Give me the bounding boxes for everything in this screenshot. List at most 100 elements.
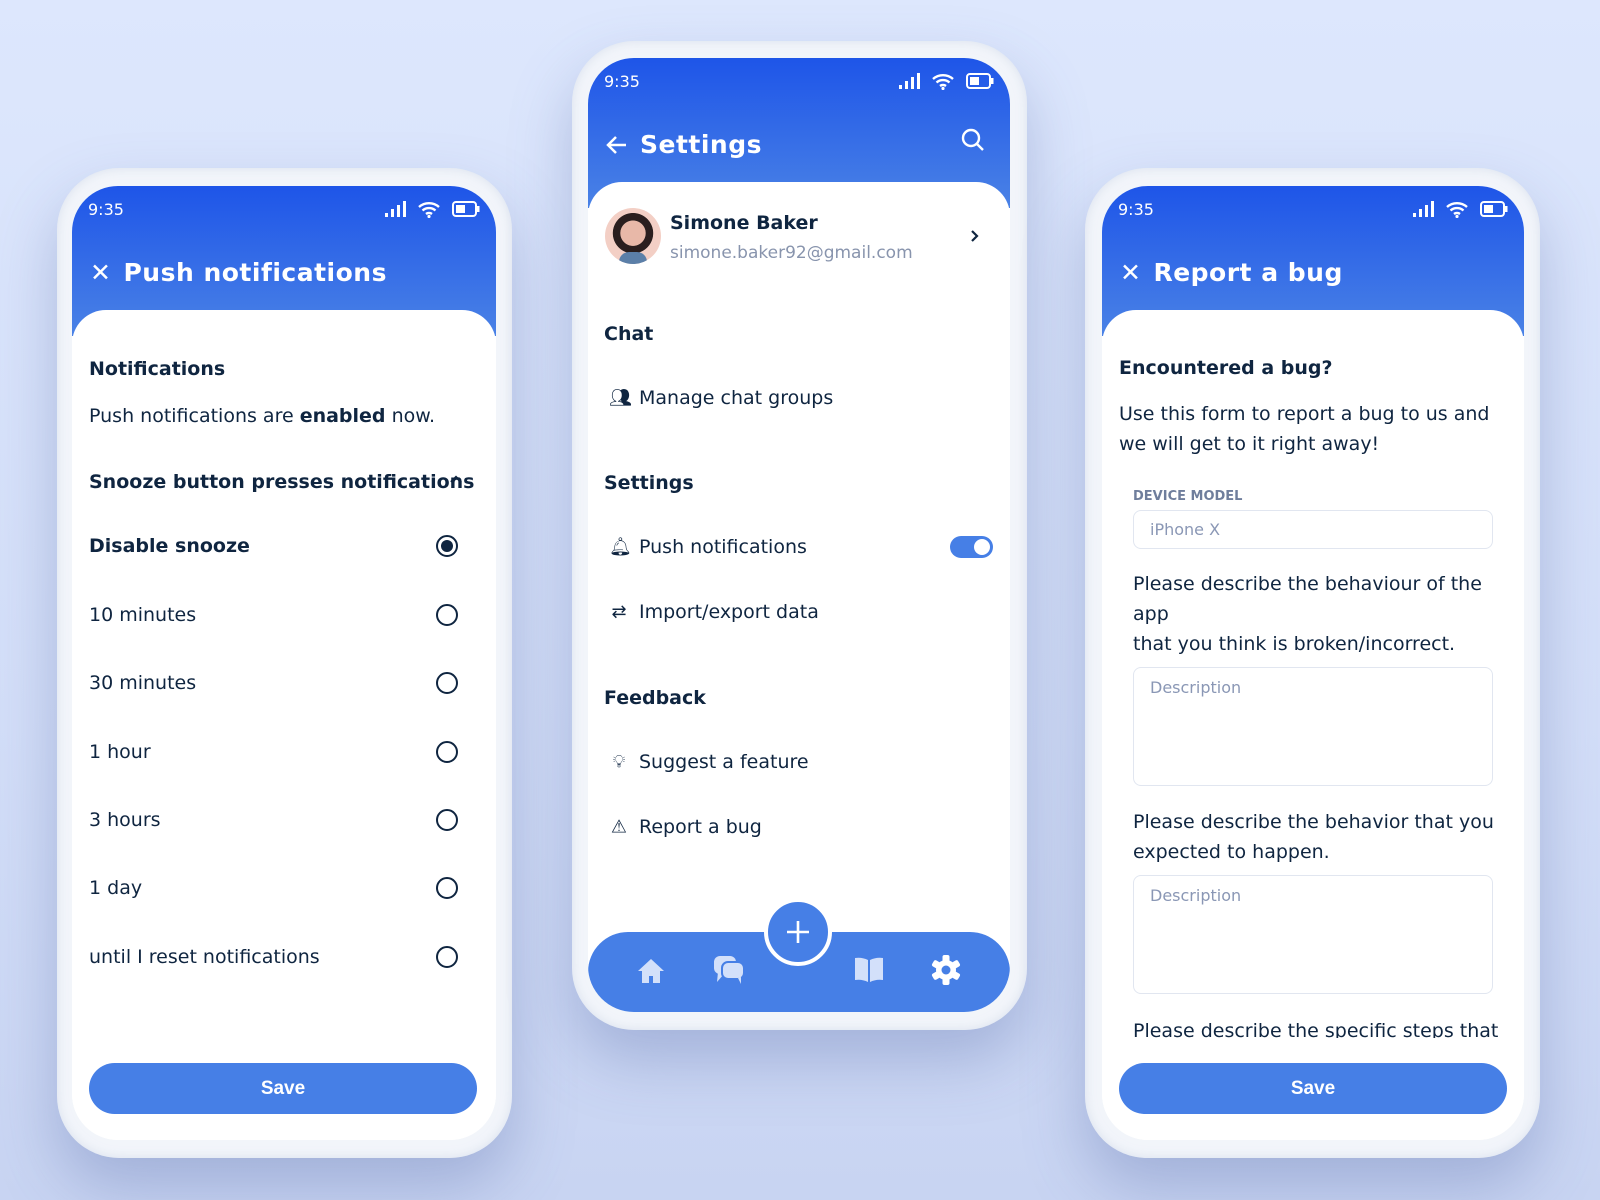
option-label: 3 hours <box>89 809 161 831</box>
title-text: Settings <box>640 130 763 159</box>
wifi-icon <box>418 202 440 218</box>
title-text: Push notifications <box>123 258 387 287</box>
item-label: Manage chat groups <box>639 387 834 409</box>
content-card: Simone Baker simone.baker92@gmail.com Ch… <box>588 182 1010 1012</box>
option-label: Disable snooze <box>89 535 250 557</box>
profile-name: Simone Baker <box>670 212 818 234</box>
intro-text: Use this form to report a bug to us and … <box>1119 403 1490 455</box>
phone-settings: 9:35 Settings Simone Baker simone.baker9… <box>572 41 1027 1030</box>
profile-email: simone.baker92@gmail.com <box>670 243 913 263</box>
chevron-up-icon[interactable] <box>449 474 463 484</box>
expected-behaviour-textarea[interactable]: Description <box>1133 875 1493 994</box>
option-label: until I reset notifications <box>89 946 320 968</box>
profile-row[interactable]: Simone Baker simone.baker92@gmail.com <box>588 182 1010 292</box>
actual-behaviour-textarea[interactable]: Description <box>1133 667 1493 786</box>
phone-push-notifications: 9:35 ✕ Push notifications Notifications P… <box>57 168 512 1158</box>
item-label: Import/export data <box>639 601 819 623</box>
home-icon[interactable] <box>636 956 666 986</box>
wifi-icon <box>1446 202 1468 218</box>
status-text: Push notifications are enabled now. <box>89 405 436 427</box>
back-arrow-icon[interactable] <box>606 135 628 155</box>
add-button[interactable] <box>764 898 832 966</box>
snooze-option[interactable]: 3 hours <box>72 800 496 840</box>
status-time: 9:35 <box>88 200 124 219</box>
screen: 9:35 Settings Simone Baker simone.baker9… <box>588 58 1010 1012</box>
snooze-option[interactable]: Disable snooze <box>72 526 496 566</box>
bell-icon: 🔔︎ <box>609 536 632 558</box>
signal-icon <box>1413 201 1434 217</box>
item-label: Push notifications <box>639 536 807 558</box>
report-bug-item[interactable]: ⚠︎ Report a bug <box>588 807 1010 847</box>
search-icon[interactable] <box>961 128 985 152</box>
status-icons <box>384 200 480 218</box>
form-heading: Encountered a bug? <box>1119 357 1333 379</box>
feedback-heading: Feedback <box>604 687 706 709</box>
close-icon[interactable]: ✕ <box>90 258 111 287</box>
lightbulb-icon: 💡︎ <box>612 751 626 773</box>
battery-icon <box>1480 201 1508 217</box>
snooze-option[interactable]: until I reset notifications <box>72 937 496 977</box>
screen: 9:35 ✕ Push notifications Notifications P… <box>72 186 496 1140</box>
signal-icon <box>385 201 406 217</box>
status-icons <box>1412 200 1508 218</box>
radio-button[interactable] <box>436 535 458 557</box>
screen: 9:35 ✕ Report a bug Encountered a bug? Us… <box>1102 186 1524 1140</box>
wifi-icon <box>932 74 954 90</box>
chat-heading: Chat <box>604 323 654 345</box>
signal-icon <box>899 73 920 89</box>
page-title: ✕ Report a bug <box>1120 258 1343 287</box>
section-heading: Notifications <box>89 358 226 380</box>
settings-heading: Settings <box>604 472 694 494</box>
radio-button[interactable] <box>436 946 458 968</box>
chevron-right-icon <box>971 230 979 242</box>
snooze-option[interactable]: 10 minutes <box>72 595 496 635</box>
plus-icon <box>787 921 809 943</box>
question-2: Please describe the behavior that you ex… <box>1133 811 1494 863</box>
phone-report-bug: 9:35 ✕ Report a bug Encountered a bug? Us… <box>1085 168 1540 1158</box>
device-model-label: DEVICE MODEL <box>1133 489 1243 504</box>
people-icon: 👥︎ <box>609 387 632 409</box>
question-1: Please describe the behaviour of the app t… <box>1133 573 1482 655</box>
status-icons <box>898 72 994 90</box>
push-notifications-item[interactable]: 🔔︎ Push notifications <box>588 527 1010 567</box>
content-card: Encountered a bug? Use this form to repo… <box>1102 310 1524 1140</box>
option-label: 1 hour <box>89 741 151 763</box>
device-model-input[interactable]: iPhone X <box>1133 510 1493 549</box>
status-time: 9:35 <box>1118 200 1154 219</box>
item-label: Suggest a feature <box>639 751 809 773</box>
close-icon[interactable]: ✕ <box>1120 258 1141 287</box>
save-button[interactable]: Save <box>89 1063 477 1114</box>
option-label: 1 day <box>89 877 143 899</box>
radio-button[interactable] <box>436 877 458 899</box>
question-3: Please describe the specific steps that <box>1133 1020 1499 1038</box>
push-toggle[interactable] <box>950 536 993 558</box>
book-icon[interactable] <box>854 956 884 984</box>
page-title: Settings <box>606 130 762 159</box>
import-export-item[interactable]: ⇄ Import/export data <box>588 592 1010 632</box>
title-text: Report a bug <box>1153 258 1343 287</box>
snooze-option[interactable]: 1 hour <box>72 732 496 772</box>
snooze-option[interactable]: 1 day <box>72 868 496 908</box>
manage-chat-groups-item[interactable]: 👥︎ Manage chat groups <box>588 378 1010 418</box>
snooze-option[interactable]: 30 minutes <box>72 663 496 703</box>
content-card: Notifications Push notifications are ena… <box>72 310 496 1140</box>
battery-icon <box>966 73 994 89</box>
avatar <box>605 208 661 264</box>
battery-icon <box>452 201 480 217</box>
page-title: ✕ Push notifications <box>90 258 387 287</box>
option-label: 10 minutes <box>89 604 197 626</box>
suggest-feature-item[interactable]: 💡︎ Suggest a feature <box>588 742 1010 782</box>
radio-button[interactable] <box>436 809 458 831</box>
radio-button[interactable] <box>436 741 458 763</box>
status-time: 9:35 <box>604 72 640 91</box>
option-label: 30 minutes <box>89 672 197 694</box>
gear-icon[interactable] <box>930 954 962 986</box>
item-label: Report a bug <box>639 816 762 838</box>
save-button[interactable]: Save <box>1119 1063 1507 1114</box>
swap-arrows-icon: ⇄ <box>611 601 627 623</box>
snooze-header[interactable]: Snooze button presses notifications <box>89 471 474 493</box>
warning-icon: ⚠︎ <box>610 816 628 838</box>
chat-icon[interactable] <box>712 954 746 986</box>
radio-button[interactable] <box>436 604 458 626</box>
radio-button[interactable] <box>436 672 458 694</box>
